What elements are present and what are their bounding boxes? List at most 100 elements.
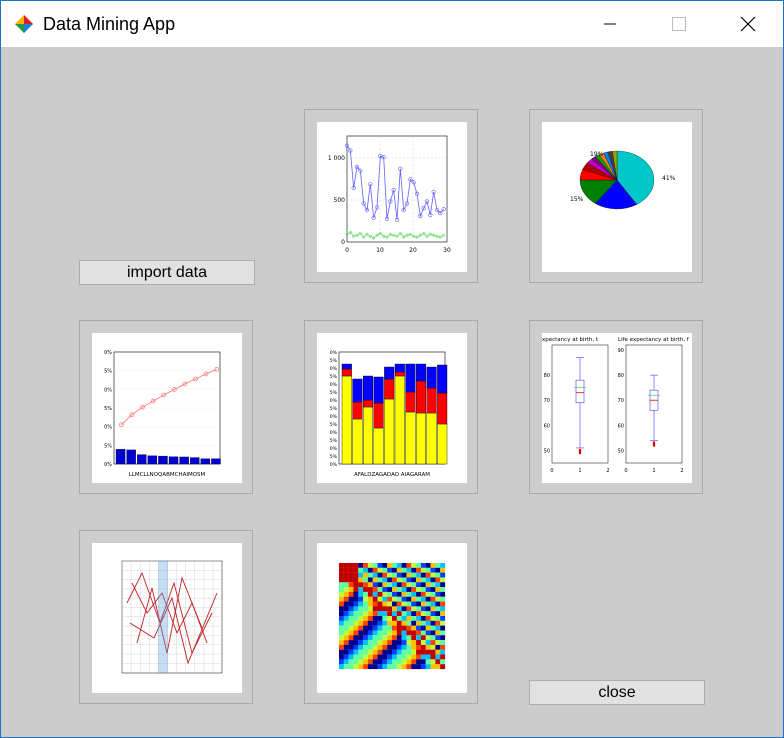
heatmap-cell <box>396 606 402 612</box>
heatmap-cell <box>416 587 422 593</box>
pareto-chart-tile[interactable]: 0% 5% 0% 5% 0% 5% 0% LLMCLLNOQABMCHAIMOSM <box>79 320 253 494</box>
line-chart: 1 000 500 0 0 10 20 30 <box>328 135 451 254</box>
heatmap-cell <box>420 640 426 646</box>
heatmap-cell <box>440 587 446 593</box>
heatmap-cell <box>440 630 446 636</box>
heatmap-cell <box>363 563 369 568</box>
heatmap-cell <box>343 625 349 631</box>
heatmap-cell <box>425 659 431 665</box>
heatmap-cell <box>348 582 354 588</box>
heatmap-cell <box>377 587 383 593</box>
heatmap-cell <box>367 582 373 588</box>
heatmap-cell <box>440 563 446 568</box>
heatmap-cell <box>377 596 383 602</box>
heatmap-cell <box>387 596 393 602</box>
heatmap-cell <box>372 596 378 602</box>
heatmap-cell <box>401 611 407 617</box>
y-tick-label: 60 <box>544 423 550 429</box>
app-window: Data Mining App import data 1 000 500 0 <box>0 0 784 738</box>
heatmap-cell <box>435 620 441 626</box>
maximize-button[interactable] <box>656 1 702 47</box>
heatmap-cell <box>343 596 349 602</box>
stacked-bar-segment <box>352 378 363 403</box>
y-tick-label: 0% <box>104 387 112 393</box>
heatmap-cell <box>411 654 417 660</box>
heatmap-cell <box>401 659 407 665</box>
heatmap-cell <box>387 563 393 568</box>
heatmap-cell <box>440 606 446 612</box>
matrix-plot-tile[interactable] <box>79 530 253 704</box>
heatmap-cell <box>382 644 388 650</box>
boxplot-chart: xpectancy at birth, t Life expectancy at… <box>542 337 690 474</box>
stacked-bar-segment <box>405 363 416 393</box>
heatmap-cell <box>387 625 393 631</box>
pareto-bar <box>126 449 136 465</box>
heatmap-cell <box>358 616 364 621</box>
heatmap-cell <box>430 635 436 641</box>
pie-chart: 19% 41% 15% <box>570 150 676 210</box>
heatmap-cell <box>416 611 422 617</box>
heatmap-cell <box>401 591 407 597</box>
heatmap-cell <box>343 616 349 621</box>
heatmap-cell <box>387 577 393 583</box>
boxplot-tile[interactable]: xpectancy at birth, t Life expectancy at… <box>529 320 703 494</box>
heatmap-thumbnail <box>317 543 467 693</box>
heatmap-cell <box>425 567 431 573</box>
stacked-bar-segment <box>405 391 416 413</box>
x-axis-labels: LLMCLLNOQABMCHAIMOSM <box>129 472 206 478</box>
heatmap-cell <box>377 611 383 617</box>
minimize-button[interactable] <box>587 1 633 47</box>
window-close-button[interactable] <box>725 1 771 47</box>
y-tick-label: 5% <box>330 438 338 444</box>
heatmap-cell <box>401 572 407 578</box>
line-chart-tile[interactable]: 1 000 500 0 0 10 20 30 <box>304 109 478 283</box>
heatmap-cell <box>392 644 397 650</box>
heatmap-cell <box>411 572 417 578</box>
heatmap-cell <box>392 640 397 646</box>
heatmap-cell <box>382 567 388 573</box>
heatmap-cell <box>396 644 402 650</box>
y-tick-label: 5% <box>104 443 112 449</box>
heatmap-cell <box>430 606 436 612</box>
heatmap-cell <box>430 563 436 568</box>
heatmap-cell <box>425 572 431 578</box>
heatmap-tile[interactable] <box>304 530 478 704</box>
heatmap-cell <box>343 630 349 636</box>
heatmap-cell <box>392 606 397 612</box>
heatmap-cell <box>430 611 436 617</box>
heatmap-cell <box>435 577 441 583</box>
heatmap-cell <box>358 625 364 631</box>
heatmap-cell <box>392 649 397 655</box>
pareto-chart: 0% 5% 0% 5% 0% 5% 0% LLMCLLNOQABMCHAIMOSM <box>104 350 221 478</box>
x-tick-label: 0 <box>550 468 553 474</box>
import-data-button[interactable]: import data <box>79 260 255 285</box>
heatmap-cell <box>363 606 369 612</box>
heatmap-cell <box>435 640 441 646</box>
heatmap-cell <box>396 630 402 636</box>
heatmap-cell <box>348 563 354 568</box>
heatmap-cell <box>411 616 417 621</box>
heatmap-cell <box>372 664 378 670</box>
close-button[interactable]: close <box>529 680 705 705</box>
heatmap-cell <box>440 664 446 670</box>
title-bar: Data Mining App <box>1 1 783 47</box>
heatmap-cell <box>440 582 446 588</box>
heatmap-cell <box>363 582 369 588</box>
heatmap-cell <box>416 591 422 597</box>
heatmap-cell <box>406 625 412 631</box>
heatmap-cell <box>396 591 402 597</box>
heatmap-cell <box>416 601 422 607</box>
heatmap-cell <box>430 640 436 646</box>
heatmap-cell <box>387 659 393 665</box>
heatmap-cell <box>396 577 402 583</box>
heatmap-cell <box>416 635 422 641</box>
heatmap-cell <box>420 577 426 583</box>
stacked-bar-thumbnail: 0% 5% 0% 5% 0% 5% 0% 5% 0% 5% 0% 5% 0% 5% 0% AFALDZAGA… <box>317 333 467 483</box>
stacked-bar-segment <box>373 376 384 404</box>
heatmap-cell <box>358 582 364 588</box>
stacked-bar-tile[interactable]: 0% 5% 0% 5% 0% 5% 0% 5% 0% 5% 0% 5% 0% 5% 0% AFALDZAGA… <box>304 320 478 494</box>
heatmap-cell <box>401 616 407 621</box>
pie-chart-tile[interactable]: 19% 41% 15% <box>529 109 703 283</box>
heatmap-cell <box>363 635 369 641</box>
heatmap-cell <box>343 640 349 646</box>
